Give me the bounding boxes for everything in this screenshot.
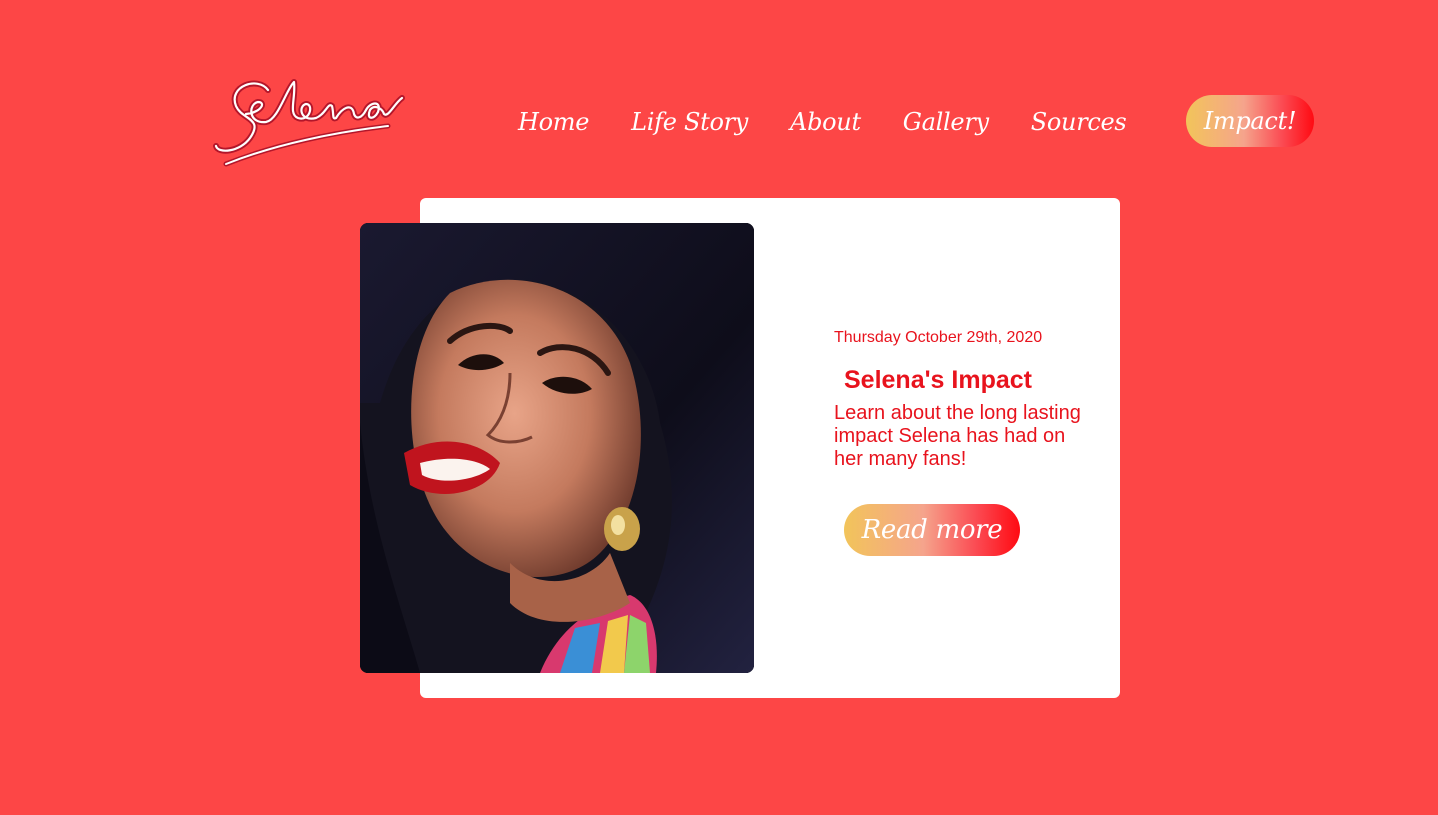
main-nav: Home Life Story About Gallery Sources: [518, 102, 1127, 142]
nav-gallery-link[interactable]: Gallery: [903, 108, 989, 136]
nav-home-link[interactable]: Home: [518, 108, 589, 136]
nav-about-link[interactable]: About: [790, 108, 861, 136]
nav-sources-link[interactable]: Sources: [1031, 108, 1127, 136]
impact-button[interactable]: Impact!: [1186, 95, 1314, 147]
selena-portrait-image: [360, 223, 754, 673]
article-summary: Learn about the long lasting impact Sele…: [834, 402, 1081, 470]
selena-logo[interactable]: [206, 68, 406, 172]
nav-life-story-link[interactable]: Life Story: [631, 108, 748, 136]
selena-signature-logo: [213, 79, 405, 167]
read-more-button[interactable]: Read more: [844, 504, 1020, 556]
article-date: Thursday October 29th, 2020: [834, 329, 1043, 346]
article-title: Selena's Impact: [844, 366, 1032, 394]
